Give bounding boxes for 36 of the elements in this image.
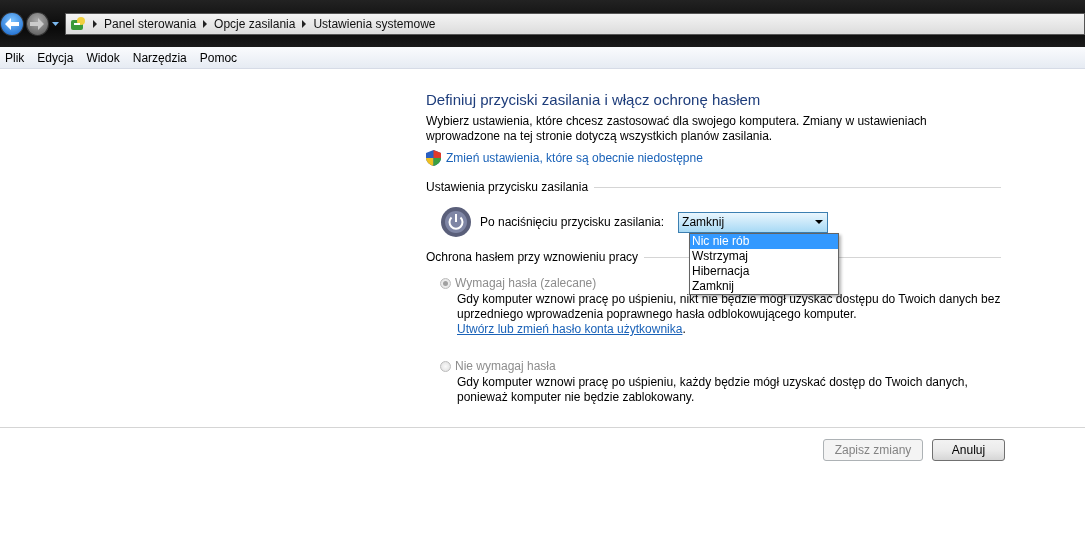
menu-item[interactable]: Pomoc [194, 50, 243, 65]
menu-item[interactable]: Plik [0, 50, 30, 65]
menu-item[interactable]: Narzędzia [127, 50, 192, 65]
page-title: Definiuj przyciski zasilania i włącz ochronę hasłem [426, 91, 762, 108]
field-label: Po naciśnięciu przycisku zasilania: [480, 215, 665, 229]
admin-settings-link[interactable]: Zmień ustawienia, które są obecnie niedostępne [446, 151, 703, 165]
radio-label: Nie wymagaj hasła [455, 359, 556, 373]
back-button[interactable] [0, 11, 24, 36]
caret-icon [815, 220, 824, 224]
power-icon [440, 206, 472, 238]
radio-label: Wymagaj hasła (zalecane) [455, 276, 597, 290]
chevron-icon [202, 19, 209, 28]
address-bar[interactable]: Panel sterowania Opcje zasilania Ustawienia systemowe [65, 12, 1085, 35]
section-heading: Ustawienia przycisku zasilania [426, 180, 589, 194]
caret-icon [51, 21, 59, 26]
option-description: Gdy komputer wznowi pracę po uśpieniu, każdy będzie mógł uzyskać dostęp do Twoich danych, ponieważ komputer nie będzie zablokowany. [457, 375, 969, 405]
intro-text: Wybierz ustawienia, które chcesz zastosować dla swojego komputera. Zmiany w ustawieniach wprowadzone na tej stronie dotyczą wszystkich planów zasilania. [426, 114, 928, 144]
power-action-dropdown[interactable]: Zamknij [678, 211, 829, 233]
menu-item[interactable]: Edycja [32, 50, 79, 65]
chevron-icon [301, 19, 308, 28]
option-description: Gdy komputer wznowi pracę po uśpieniu, nikt nie będzie mógł uzyskać dostępu do Twoich danych bez uprzedniego wprowadzenia poprawnego hasła odblokowującego komputer. Utwórz lub zmień hasło konta użytkownika. [457, 292, 1001, 337]
cancel-button[interactable]: Anuluj [932, 439, 1005, 461]
shield-icon [426, 150, 441, 166]
dropdown-option[interactable]: Zamknij [690, 279, 838, 294]
section-heading: Ochrona hasłem przy wznowieniu pracy [426, 250, 639, 264]
dropdown-option[interactable]: Wstrzymaj [690, 249, 838, 264]
control-panel-icon [70, 15, 86, 32]
breadcrumb-item[interactable]: Opcje zasilania [214, 16, 296, 31]
arrow-right-icon [30, 17, 45, 30]
menu-item[interactable]: Widok [81, 50, 125, 65]
breadcrumb-item[interactable]: Panel sterowania [104, 16, 197, 31]
breadcrumb-item[interactable]: Ustawienia systemowe [313, 16, 436, 31]
dropdown-option[interactable]: Hibernacja [690, 264, 838, 279]
forward-button[interactable] [25, 11, 50, 36]
chevron-icon [92, 19, 98, 28]
arrow-left-icon [4, 17, 19, 30]
